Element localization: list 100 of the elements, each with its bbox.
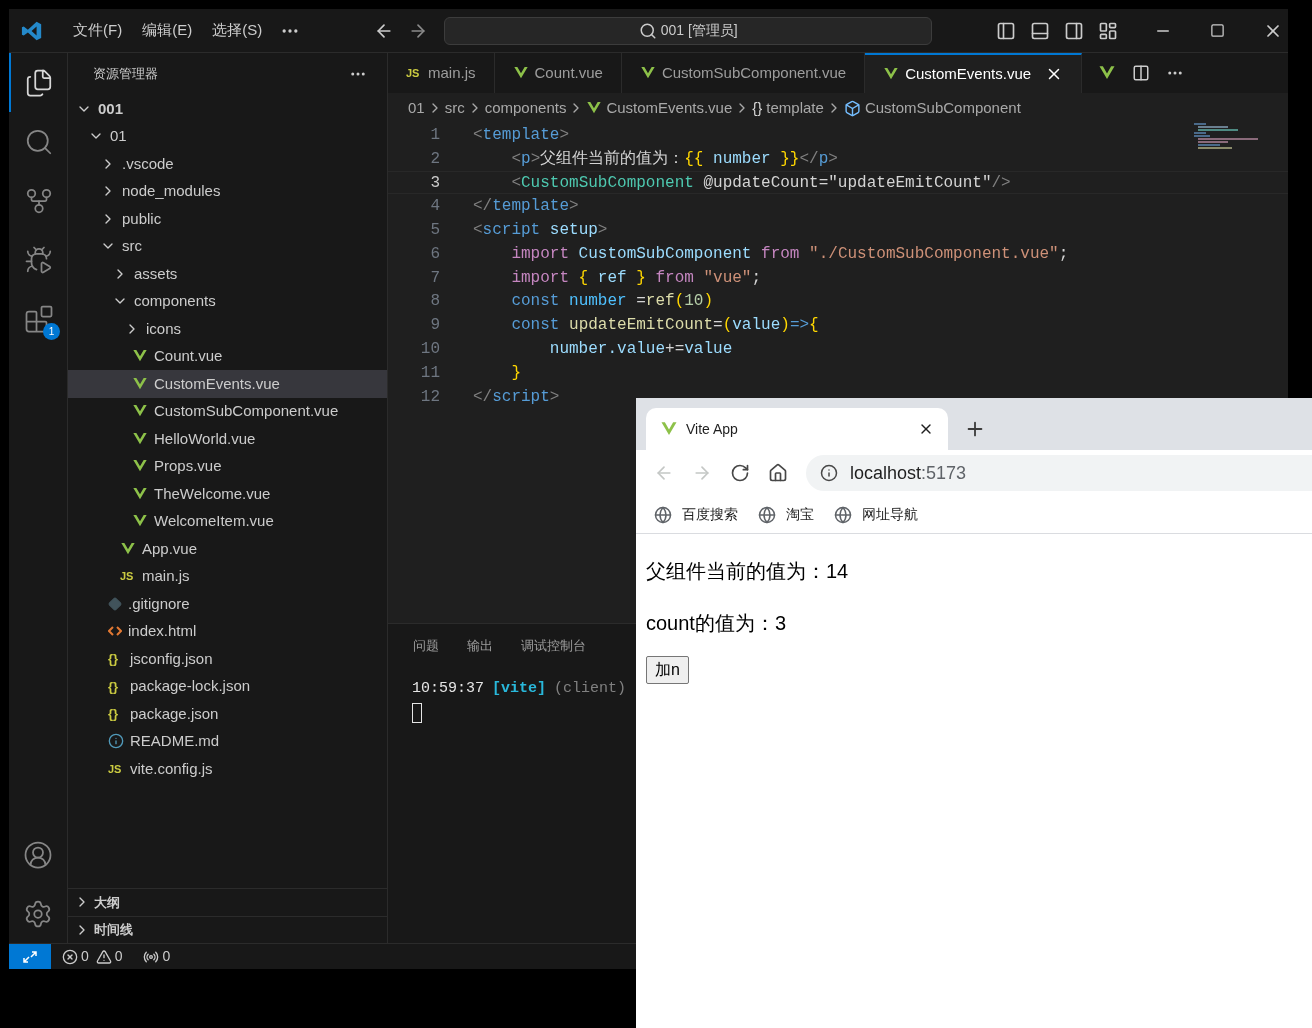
code-line: import CustomSubComponent from "./CustomSubComponent.vue"; bbox=[510, 243, 1069, 265]
tree-item[interactable]: components bbox=[68, 287, 387, 315]
tree-item[interactable]: HelloWorld.vue bbox=[68, 425, 387, 453]
code-line: <p>父组件当前的值为：{{ number }}</p> bbox=[510, 148, 838, 170]
tree-item[interactable]: {} jsconfig.json bbox=[68, 645, 387, 673]
paragraph: count的值为：3 bbox=[646, 611, 787, 636]
json-file-label: {} bbox=[108, 650, 120, 668]
json-file-label: {} bbox=[108, 677, 120, 696]
line-number: 6 bbox=[429, 243, 440, 265]
tree-item[interactable]: App.vue bbox=[68, 535, 387, 563]
tree-item[interactable]: index.html bbox=[68, 617, 387, 645]
tree-item[interactable]: Props.vue bbox=[68, 452, 387, 480]
line-number: 9 bbox=[429, 315, 440, 337]
tree-item[interactable]: TheWelcome.vue bbox=[68, 480, 387, 508]
tree-item[interactable]: CustomSubComponent.vue bbox=[68, 397, 387, 425]
menu-item[interactable]: 选择(S) bbox=[202, 19, 273, 42]
panel-tab[interactable]: 问题 bbox=[413, 636, 439, 656]
tree-item[interactable]: Count.vue bbox=[68, 342, 387, 370]
bookmark[interactable]: 百度搜索 bbox=[654, 504, 738, 525]
panel-bottom-icon[interactable] bbox=[1030, 20, 1051, 41]
editor-tab[interactable]: Count.vue bbox=[494, 53, 622, 93]
line-number: 2 bbox=[429, 148, 440, 170]
badge: 1 bbox=[43, 323, 60, 340]
menu-item[interactable]: 文件(F) bbox=[63, 19, 133, 42]
js-file-label: JS bbox=[120, 569, 135, 584]
bookmark[interactable]: 淘宝 bbox=[758, 504, 814, 525]
panel-tab[interactable]: 输出 bbox=[467, 636, 493, 656]
tree-item[interactable]: README.md bbox=[68, 727, 387, 755]
line-number: 12 bbox=[419, 386, 440, 408]
tree-item[interactable]: JS main.js bbox=[68, 562, 387, 590]
tree-item[interactable]: WelcomeItem.vue bbox=[68, 507, 387, 535]
remote-button[interactable] bbox=[9, 944, 51, 969]
breadcrumb-item[interactable]: CustomSubComponent bbox=[843, 96, 1021, 120]
info-icon bbox=[108, 733, 124, 750]
remote-icon bbox=[22, 948, 38, 965]
code-line: const number =ref(10) bbox=[510, 291, 714, 313]
files-icon bbox=[24, 67, 54, 98]
bug-play-icon bbox=[24, 244, 54, 275]
editor-tab[interactable]: CustomEvents.vue bbox=[865, 53, 1083, 93]
sidebar-title: 资源管理器 bbox=[93, 65, 158, 84]
breadcrumb-item[interactable]: components bbox=[484, 96, 567, 120]
tree-item[interactable]: node_modules bbox=[68, 177, 387, 205]
line-number: 7 bbox=[429, 267, 440, 289]
editor-tab[interactable]: JS main.js bbox=[388, 53, 495, 93]
browser-tab[interactable]: Vite App bbox=[646, 408, 948, 450]
tree-item[interactable]: CustomEvents.vue bbox=[68, 370, 387, 398]
reload-icon[interactable] bbox=[730, 463, 750, 483]
tree-item[interactable]: 001 bbox=[68, 95, 387, 123]
settings-icon bbox=[23, 898, 53, 929]
add-button[interactable]: 加n bbox=[646, 656, 689, 684]
line-number: 4 bbox=[429, 196, 440, 218]
address-bar[interactable]: localhost:5173 bbox=[806, 455, 1312, 491]
json-file-label: {} bbox=[108, 705, 120, 723]
breadcrumb-item[interactable]: src bbox=[444, 96, 465, 120]
activity-item[interactable]: 1 bbox=[9, 289, 67, 348]
layout-icon[interactable] bbox=[1098, 20, 1119, 41]
search-icon bbox=[638, 21, 657, 40]
breadcrumb-item[interactable]: CustomEvents.vue bbox=[586, 96, 733, 120]
account-icon bbox=[23, 839, 53, 870]
tree-item[interactable]: {} package-lock.json bbox=[68, 672, 387, 700]
diamond-icon bbox=[108, 596, 122, 611]
terminal-context: (client) bbox=[554, 679, 627, 699]
tree-item[interactable]: public bbox=[68, 205, 387, 233]
code-line: } bbox=[510, 362, 521, 384]
bookmark[interactable]: 网址导航 bbox=[834, 504, 918, 525]
split-editor-icon[interactable] bbox=[1132, 64, 1151, 82]
globe-icon bbox=[758, 505, 776, 524]
problems-status[interactable]: 0 0 bbox=[62, 946, 123, 967]
warning-icon bbox=[95, 948, 112, 965]
maximize-icon[interactable] bbox=[1210, 23, 1226, 38]
tree-item[interactable]: .gitignore bbox=[68, 590, 387, 618]
vue-icon bbox=[132, 430, 148, 447]
line-number: 11 bbox=[419, 362, 440, 384]
panel-right-icon[interactable] bbox=[1064, 20, 1085, 41]
code-icon bbox=[108, 625, 122, 638]
js-file-label: JS bbox=[108, 761, 123, 777]
panel-tab[interactable]: 调试控制台 bbox=[521, 636, 586, 656]
globe-icon bbox=[834, 505, 852, 524]
panel-left-icon[interactable] bbox=[996, 20, 1017, 41]
ports-status[interactable]: 0 bbox=[142, 946, 171, 967]
vue-icon bbox=[132, 375, 148, 392]
vue-icon bbox=[586, 100, 603, 116]
breadcrumb-item[interactable]: {} template bbox=[752, 96, 824, 120]
tree-item[interactable]: JS vite.config.js bbox=[68, 755, 387, 783]
tree-item[interactable]: 01 bbox=[68, 122, 387, 150]
section-header[interactable]: 大纲 bbox=[68, 888, 387, 916]
cube-icon bbox=[843, 99, 861, 117]
code-line: import { ref } from "vue"; bbox=[510, 267, 762, 289]
tree-item[interactable]: .vscode bbox=[68, 150, 387, 178]
tree-item[interactable]: src bbox=[68, 232, 387, 260]
menu-item[interactable]: 编辑(E) bbox=[132, 19, 203, 42]
tree-item[interactable]: assets bbox=[68, 260, 387, 288]
home-icon[interactable] bbox=[768, 463, 788, 483]
breadcrumb-item[interactable]: 01 bbox=[408, 96, 425, 120]
tree-item[interactable]: {} package.json bbox=[68, 700, 387, 728]
code-line: const updateEmitCount=(value)=>{ bbox=[510, 315, 819, 337]
tree-item[interactable]: icons bbox=[68, 315, 387, 343]
globe-icon bbox=[654, 505, 672, 524]
terminal-source: [vite] bbox=[492, 679, 547, 699]
command-center[interactable]: 001 [管理员] bbox=[444, 16, 933, 45]
